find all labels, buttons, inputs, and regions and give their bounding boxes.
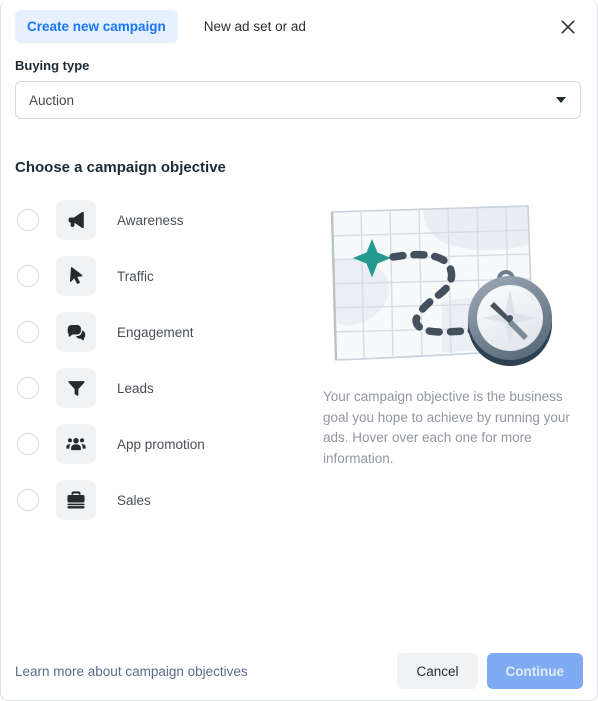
people-icon xyxy=(56,424,96,464)
buying-type-value: Auction xyxy=(29,92,75,108)
continue-button[interactable]: Continue xyxy=(486,653,583,689)
radio-leads[interactable] xyxy=(17,377,39,399)
radio-app-promotion[interactable] xyxy=(17,433,39,455)
objective-option-awareness[interactable]: Awareness xyxy=(15,198,305,242)
objective-section-title: Choose a campaign objective xyxy=(15,159,226,176)
buying-type-select[interactable]: Auction xyxy=(15,81,581,119)
radio-engagement[interactable] xyxy=(17,321,39,343)
objective-option-leads[interactable]: Leads xyxy=(15,366,305,410)
radio-awareness[interactable] xyxy=(17,209,39,231)
close-icon xyxy=(559,18,577,36)
objective-content-row: Awareness Traffic Engagement Leads App p… xyxy=(15,198,583,534)
objective-option-app-promotion[interactable]: App promotion xyxy=(15,422,305,466)
objective-label-traffic: Traffic xyxy=(117,268,154,284)
buying-type-label: Buying type xyxy=(15,58,90,73)
tab-create-new-campaign[interactable]: Create new campaign xyxy=(15,9,178,43)
chevron-down-icon xyxy=(556,97,566,103)
map-with-compass-illustration xyxy=(315,198,583,373)
megaphone-icon xyxy=(56,200,96,240)
objective-option-engagement[interactable]: Engagement xyxy=(15,310,305,354)
cursor-icon xyxy=(56,256,96,296)
objective-label-engagement: Engagement xyxy=(117,324,194,340)
chat-bubble-icon xyxy=(56,312,96,352)
objective-label-awareness: Awareness xyxy=(117,212,184,228)
objective-label-app-promotion: App promotion xyxy=(117,436,205,452)
objective-option-sales[interactable]: Sales xyxy=(15,478,305,522)
objective-option-traffic[interactable]: Traffic xyxy=(15,254,305,298)
cancel-button[interactable]: Cancel xyxy=(397,653,478,689)
learn-more-link[interactable]: Learn more about campaign objectives xyxy=(15,664,248,679)
tab-new-ad-set-or-ad[interactable]: New ad set or ad xyxy=(192,10,318,43)
close-button[interactable] xyxy=(553,12,583,42)
dialog-header: Create new campaign New ad set or ad xyxy=(1,0,597,52)
objective-info-panel: Your campaign objective is the business … xyxy=(305,198,583,534)
create-campaign-dialog: Create new campaign New ad set or ad Buy… xyxy=(0,0,598,701)
radio-traffic[interactable] xyxy=(17,265,39,287)
dialog-footer: Learn more about campaign objectives Can… xyxy=(1,642,597,700)
objective-list: Awareness Traffic Engagement Leads App p… xyxy=(15,198,305,534)
radio-sales[interactable] xyxy=(17,489,39,511)
objective-description: Your campaign objective is the business … xyxy=(323,389,570,466)
briefcase-icon xyxy=(56,480,96,520)
objective-label-leads: Leads xyxy=(117,380,154,396)
dialog-body: Buying type Auction Choose a campaign ob… xyxy=(1,58,597,534)
objective-label-sales: Sales xyxy=(117,492,151,508)
funnel-icon xyxy=(56,368,96,408)
footer-actions: Cancel Continue xyxy=(397,653,583,689)
